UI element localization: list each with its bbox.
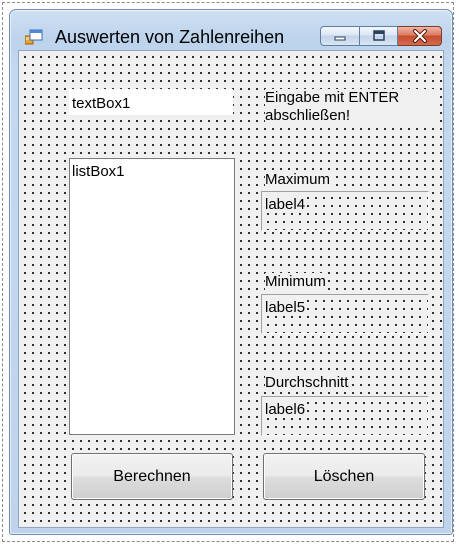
form-window[interactable]: Auswerten von Zahlenreihen textBox1 Eing… xyxy=(9,9,453,535)
average-caption: Durchschnitt xyxy=(265,374,351,391)
title-bar[interactable]: Auswerten von Zahlenreihen xyxy=(10,10,452,48)
maximize-icon xyxy=(372,30,385,41)
maximum-value-label: label4 xyxy=(261,191,429,231)
average-value-label: label6 xyxy=(261,396,429,436)
list-item[interactable]: listBox1 xyxy=(72,163,234,180)
close-icon xyxy=(412,29,427,43)
clear-button[interactable]: Löschen xyxy=(263,453,425,500)
windows-form-icon xyxy=(24,29,43,45)
maximize-button[interactable] xyxy=(360,26,398,46)
number-input[interactable]: textBox1 xyxy=(69,89,233,115)
maximum-value: label4 xyxy=(265,196,306,213)
minimize-button[interactable] xyxy=(320,26,360,46)
caption-buttons xyxy=(320,26,442,48)
minimum-value: label5 xyxy=(265,299,306,316)
minimize-icon xyxy=(334,36,346,41)
minimum-value-label: label5 xyxy=(261,294,429,334)
minimum-caption: Minimum xyxy=(265,273,328,290)
calculate-button[interactable]: Berechnen xyxy=(71,453,233,500)
maximum-caption: Maximum xyxy=(265,171,333,188)
form-client-area: textBox1 Eingabe mit ENTER abschließen! … xyxy=(18,50,444,528)
window-title: Auswerten von Zahlenreihen xyxy=(55,27,285,47)
enter-hint-label: Eingabe mit ENTER abschließen! xyxy=(265,89,435,125)
numbers-listbox[interactable]: listBox1 xyxy=(69,158,235,435)
close-button[interactable] xyxy=(398,26,442,46)
designer-surface: Auswerten von Zahlenreihen textBox1 Eing… xyxy=(0,0,459,545)
enter-hint-line-1: Eingabe mit ENTER xyxy=(265,89,400,106)
average-value: label6 xyxy=(265,401,306,418)
enter-hint-line-2: abschließen! xyxy=(265,107,351,124)
